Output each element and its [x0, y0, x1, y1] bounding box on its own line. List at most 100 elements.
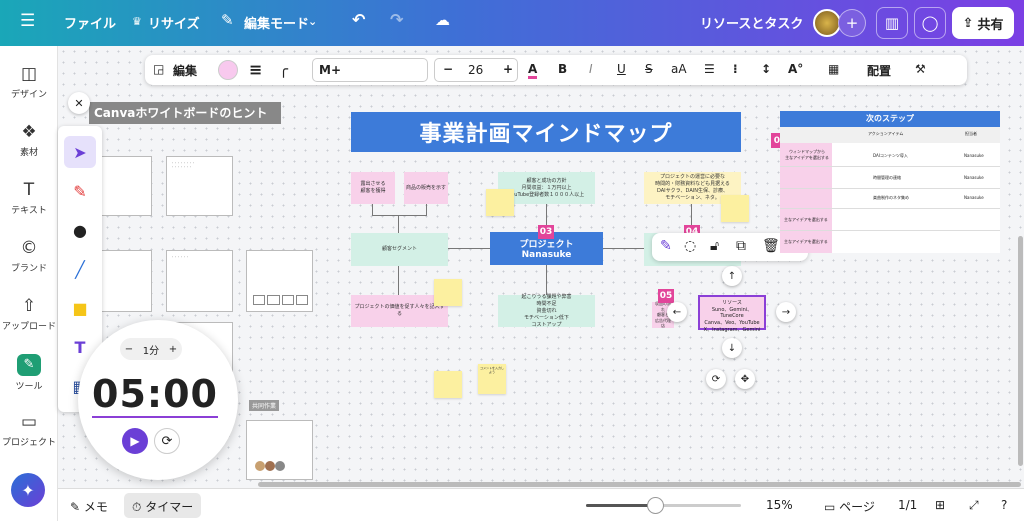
chevron-down-icon[interactable]: ⌄	[308, 15, 317, 28]
sticky-note[interactable]: コメントを入力しよう	[478, 364, 506, 394]
file-menu[interactable]: ファイル	[64, 13, 116, 32]
reset-button[interactable]: ⟳	[154, 428, 180, 454]
shapes-tool-icon[interactable]: ●	[64, 214, 96, 246]
sticky-note[interactable]	[486, 189, 514, 216]
play-button[interactable]: ▶	[122, 428, 148, 454]
spacing-icon[interactable]: ↕	[761, 62, 771, 76]
sidebar-item-design[interactable]: ◫ デザイン	[0, 64, 58, 100]
sidebar-item-elements[interactable]: ❖ 素材	[0, 122, 58, 158]
zoom-level[interactable]: 15%	[766, 498, 793, 512]
magic-edit-icon[interactable]: ✎	[660, 238, 672, 254]
connector	[398, 215, 399, 233]
mindmap-node[interactable]: 顧客セグメント	[351, 233, 448, 266]
duplicate-icon[interactable]: ⧉	[736, 238, 746, 254]
font-dropdown[interactable]: M+	[312, 58, 428, 82]
font-size-stepper[interactable]: − 26 +	[434, 58, 518, 82]
hint-title: Canvaホワイトボードのヒント	[89, 102, 281, 124]
mindmap-node[interactable]: 起こりうる課題や弊害 時間不足 資金切れ モチベーション低下 コストアップ	[498, 294, 595, 328]
list-icon[interactable]: ⁝	[733, 62, 738, 76]
bold-button[interactable]: B	[558, 62, 567, 76]
hint-card	[246, 250, 313, 312]
text-case-button[interactable]: aA	[671, 62, 687, 76]
timer-step-control[interactable]: −1分 +	[120, 338, 182, 360]
shape-edit-icon[interactable]: ◲	[153, 62, 164, 76]
help-icon[interactable]: ?	[1001, 498, 1007, 512]
hint-card: ・・・・・・・・ ・・・・・・・	[166, 156, 233, 216]
avatar[interactable]	[813, 9, 841, 37]
mindmap-node[interactable]: 商品の販売を示す	[404, 172, 448, 204]
comment-add-icon[interactable]: ◌	[684, 238, 696, 254]
comment-icon[interactable]: ◯	[914, 7, 946, 39]
redo-icon[interactable]: ↷	[390, 10, 403, 29]
resources-tasks-button[interactable]: リソースとタスク	[700, 13, 803, 32]
grid-view-icon[interactable]: ⊞	[935, 498, 945, 512]
sidebar-item-upload[interactable]: ⇧ アップロード	[0, 296, 58, 332]
lock-icon[interactable]: 🔓︎	[710, 238, 719, 254]
sticky-note[interactable]	[721, 195, 749, 222]
tools-icon: ✎	[17, 354, 41, 376]
arrow-down-handle[interactable]: ↓	[722, 338, 742, 358]
minus-icon[interactable]: −	[125, 344, 133, 355]
strikethrough-button[interactable]: S	[645, 62, 653, 76]
table-title: 次のステップ	[780, 111, 1000, 127]
magic-ai-button[interactable]: ✦	[11, 473, 45, 507]
rotate-handle[interactable]: ⟳	[706, 369, 726, 389]
text-effects-icon[interactable]: A°	[788, 62, 803, 76]
vertical-scrollbar[interactable]	[1018, 236, 1023, 466]
plus-icon[interactable]: +	[503, 62, 513, 76]
sidebar-item-tools[interactable]: ✎ ツール	[0, 354, 58, 392]
arrow-right-handle[interactable]: →	[776, 302, 796, 322]
menu-icon[interactable]: ☰	[20, 11, 35, 31]
notes-button[interactable]: ✎ メモ	[70, 498, 108, 515]
table-row: 時間管理の連絡 Nanasuke	[780, 169, 1000, 189]
mindmap-title[interactable]: 事業計画マインドマップ	[351, 112, 741, 152]
plus-icon[interactable]: +	[169, 344, 177, 355]
pen-tool-icon[interactable]: ✎	[64, 175, 96, 207]
underline-button[interactable]: U	[617, 62, 626, 76]
sticky-note[interactable]	[434, 279, 462, 306]
share-button[interactable]: ⇪ 共有	[952, 7, 1014, 39]
sidebar-item-projects[interactable]: ▭ プロジェクト	[0, 412, 58, 448]
table-row: 主なアイデアを選出する	[784, 239, 828, 244]
page-count[interactable]: 1/1	[898, 498, 917, 512]
minus-icon[interactable]: −	[443, 62, 453, 76]
fullscreen-icon[interactable]: ⤢	[969, 498, 979, 513]
arrange-button[interactable]: 配置	[867, 62, 891, 79]
border-style-icon[interactable]: ≡	[249, 60, 262, 79]
sidebar-item-brand[interactable]: © ブランド	[0, 238, 58, 274]
move-handle[interactable]: ✥	[735, 369, 755, 389]
selected-node[interactable]: リソース Suno、Gemini、TuneCore Canva、Veo、YouT…	[698, 295, 766, 333]
resize-button[interactable]: リサイズ	[148, 13, 200, 32]
cloud-save-icon[interactable]: ☁	[435, 11, 450, 29]
undo-icon[interactable]: ↶	[352, 10, 365, 29]
select-tool-icon[interactable]: ➤	[64, 136, 96, 168]
transparency-icon[interactable]: ▦	[828, 62, 839, 76]
close-panel-button[interactable]: ✕	[68, 92, 90, 114]
line-tool-icon[interactable]: ╱	[64, 253, 96, 285]
horizontal-scrollbar[interactable]	[258, 482, 1021, 487]
page-view-button[interactable]: ▭ ページ	[824, 498, 875, 515]
trash-icon[interactable]: 🗑︎	[762, 238, 780, 254]
add-collaborator-button[interactable]: +	[838, 9, 866, 37]
italic-button[interactable]: I	[589, 62, 593, 76]
color-swatch[interactable]	[218, 60, 238, 80]
arrow-up-handle[interactable]: ↑	[722, 266, 742, 286]
mindmap-node[interactable]: 露出させる 顧客を獲得	[351, 172, 395, 204]
align-icon[interactable]: ☰	[704, 62, 715, 76]
next-steps-table[interactable]: 次のステップ アクションアイテム 担当者 ウィンドマップから 主なアイデアを選出…	[780, 111, 1000, 253]
sidebar-item-text[interactable]: T テキスト	[0, 180, 58, 216]
connector	[546, 265, 547, 295]
paint-format-icon[interactable]: ⚒	[915, 62, 926, 76]
edit-mode-dropdown[interactable]: 編集モード	[244, 13, 309, 32]
zoom-slider-thumb[interactable]	[647, 497, 664, 514]
share-icon: ⇪	[962, 15, 974, 31]
edit-button[interactable]: 編集	[173, 62, 197, 79]
insights-icon[interactable]: ▥	[876, 7, 908, 39]
text-color-icon[interactable]: A	[528, 62, 538, 79]
sticky-note-icon[interactable]: ■	[64, 292, 96, 324]
arrow-left-handle[interactable]: ←	[667, 302, 687, 322]
corner-icon[interactable]: ╭	[279, 60, 288, 78]
text-icon: T	[23, 180, 35, 200]
timer-button[interactable]: ⏱ タイマー	[124, 493, 202, 518]
sticky-note[interactable]	[434, 371, 462, 398]
